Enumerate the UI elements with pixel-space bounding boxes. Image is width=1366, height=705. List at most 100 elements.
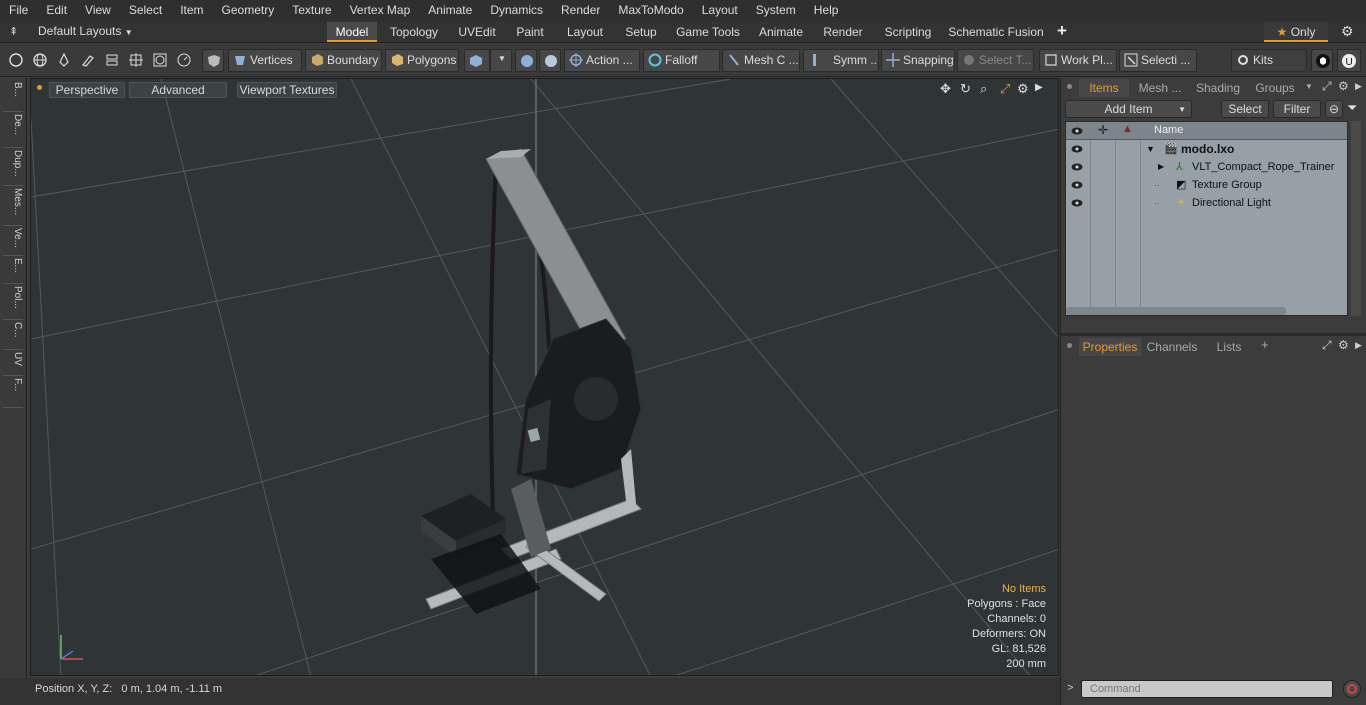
snap-mode-button[interactable] <box>515 49 537 72</box>
select-through-button[interactable]: Select T... <box>957 49 1034 72</box>
material-dropdown[interactable]: ▼ <box>490 49 512 72</box>
element-button[interactable] <box>149 49 171 72</box>
viewport-gear-icon[interactable]: ⚙ <box>1017 81 1029 97</box>
menu-maxtomodo[interactable]: MaxToModo <box>609 0 692 21</box>
eye-icon[interactable] <box>1071 198 1083 208</box>
3d-viewport[interactable]: Perspective Advanced Viewport Textures ✥… <box>30 78 1059 676</box>
add-panel-tab-icon[interactable]: + <box>1261 337 1269 352</box>
boundary-button[interactable]: Boundary <box>305 49 382 72</box>
command-input[interactable]: Command <box>1081 680 1333 698</box>
unity-button[interactable] <box>1311 49 1333 72</box>
layout-selector[interactable]: Default Layouts ▼ <box>38 24 133 38</box>
snapping-button[interactable]: Snapping <box>881 49 955 72</box>
viewport-options-icon[interactable] <box>37 85 42 90</box>
falloff-button[interactable]: Falloff <box>643 49 720 72</box>
left-tab-deform[interactable]: De... <box>3 114 23 148</box>
tab-mesh[interactable]: Mesh ... <box>1135 79 1185 97</box>
list-item[interactable]: ▶ ⅄ VLT_Compact_Rope_Trainer <box>1066 158 1347 176</box>
tab-channels[interactable]: Channels <box>1145 338 1199 356</box>
tab-layout[interactable]: Layout <box>560 22 610 42</box>
menu-help[interactable]: Help <box>805 0 848 21</box>
left-tab-curve[interactable]: C... <box>3 322 23 350</box>
clock-button[interactable] <box>173 49 195 72</box>
left-tab-vertex[interactable]: Ve... <box>3 228 23 256</box>
move-view-icon[interactable]: ✥ <box>940 81 951 97</box>
panel-expand-icon[interactable]: ⤢ <box>1322 338 1332 353</box>
tab-schematic-fusion[interactable]: Schematic Fusion <box>947 22 1045 42</box>
add-tab-icon[interactable]: + <box>1057 21 1067 41</box>
list-item[interactable]: ▼ 🎬 modo.lxo <box>1066 140 1347 158</box>
menu-system[interactable]: System <box>747 0 805 21</box>
panel-divider[interactable] <box>1061 333 1366 336</box>
menu-view[interactable]: View <box>76 0 120 21</box>
maximize-view-icon[interactable]: ⤢ <box>1000 81 1010 97</box>
layout-menu-icon[interactable]: ⇞ <box>9 25 18 38</box>
symmetry-mode-button[interactable] <box>539 49 561 72</box>
align-button[interactable] <box>101 49 123 72</box>
tab-model[interactable]: Model <box>327 22 377 42</box>
expand-arrow-icon[interactable]: ▼ <box>1146 140 1155 158</box>
brush-tool-button[interactable] <box>77 49 99 72</box>
gear-icon[interactable]: ⚙ <box>1341 23 1354 40</box>
filter-icon[interactable]: ⏷ <box>1347 100 1357 116</box>
action-center-button[interactable]: Action ... <box>564 49 640 72</box>
select-button[interactable]: Select <box>1221 100 1269 118</box>
item-mode-button[interactable] <box>202 49 224 72</box>
work-plane-button[interactable]: Work Pl... <box>1039 49 1117 72</box>
panel-arrow-icon[interactable]: ▶ <box>1355 81 1362 92</box>
left-tab-uv[interactable]: UV <box>3 352 23 376</box>
viewport-expand-icon[interactable]: ▶ <box>1035 82 1043 93</box>
rotate-view-icon[interactable]: ↻ <box>960 81 971 97</box>
vertical-scrollbar[interactable] <box>1351 121 1361 316</box>
tabs-dropdown-icon[interactable]: ▼ <box>1305 82 1313 91</box>
panel-expand-icon[interactable]: ⤢ <box>1322 79 1332 94</box>
transform-button[interactable] <box>125 49 147 72</box>
viewport-textures-button[interactable]: Viewport Textures <box>237 82 337 98</box>
list-item[interactable]: ·· ◩ Texture Group <box>1066 176 1347 194</box>
tab-properties[interactable]: Properties <box>1079 338 1141 356</box>
selection-sets-button[interactable]: Selecti ... <box>1119 49 1197 72</box>
list-item[interactable]: ·· ☀ Directional Light <box>1066 194 1347 212</box>
tab-game-tools[interactable]: Game Tools <box>672 22 744 42</box>
menu-select[interactable]: Select <box>120 0 171 21</box>
menu-dynamics[interactable]: Dynamics <box>481 0 552 21</box>
globe-button[interactable] <box>29 49 51 72</box>
only-button[interactable]: ★ Only <box>1264 22 1328 42</box>
tab-lists[interactable]: Lists <box>1207 338 1251 356</box>
material-mode-button[interactable] <box>464 49 490 72</box>
collapse-button[interactable]: ⊖ <box>1325 100 1343 118</box>
tab-animate[interactable]: Animate <box>752 22 810 42</box>
perspective-button[interactable]: Perspective <box>49 82 125 98</box>
tab-shading[interactable]: Shading <box>1191 79 1245 97</box>
name-column-header[interactable]: Name <box>1154 124 1183 136</box>
symmetry-button[interactable]: Symm ... <box>803 49 879 72</box>
eye-icon[interactable] <box>1071 162 1083 172</box>
panel-gear-icon[interactable]: ⚙ <box>1338 79 1349 93</box>
tab-render[interactable]: Render <box>817 22 869 42</box>
tab-paint[interactable]: Paint <box>510 22 550 42</box>
tab-groups[interactable]: Groups <box>1249 79 1301 97</box>
advanced-button[interactable]: Advanced <box>129 82 227 98</box>
record-icon[interactable] <box>1343 680 1361 698</box>
select-circle-button[interactable] <box>5 49 27 72</box>
tab-scripting[interactable]: Scripting <box>876 22 940 42</box>
menu-animate[interactable]: Animate <box>419 0 481 21</box>
menu-edit[interactable]: Edit <box>37 0 76 21</box>
eye-icon[interactable] <box>1071 144 1083 154</box>
left-tab-fusion[interactable]: F... <box>3 378 23 408</box>
menu-item[interactable]: Item <box>171 0 212 21</box>
mesh-constraint-button[interactable]: Mesh C ... <box>722 49 800 72</box>
panel-gear-icon[interactable]: ⚙ <box>1338 338 1349 352</box>
vertices-button[interactable]: Vertices <box>228 49 302 72</box>
expand-arrow-icon[interactable]: ▶ <box>1158 158 1164 176</box>
panel-arrow-icon[interactable]: ▶ <box>1355 340 1362 351</box>
menu-layout[interactable]: Layout <box>693 0 747 21</box>
tab-items[interactable]: Items <box>1079 79 1129 97</box>
kits-button[interactable]: Kits <box>1231 49 1307 72</box>
zoom-view-icon[interactable]: ⌕ <box>980 81 987 97</box>
menu-texture[interactable]: Texture <box>283 0 340 21</box>
left-tab-mesh-edit[interactable]: Mes... <box>3 188 23 226</box>
left-tab-basic[interactable]: B... <box>3 82 23 112</box>
menu-geometry[interactable]: Geometry <box>213 0 284 21</box>
add-item-button[interactable]: Add Item ▼ <box>1065 100 1192 118</box>
